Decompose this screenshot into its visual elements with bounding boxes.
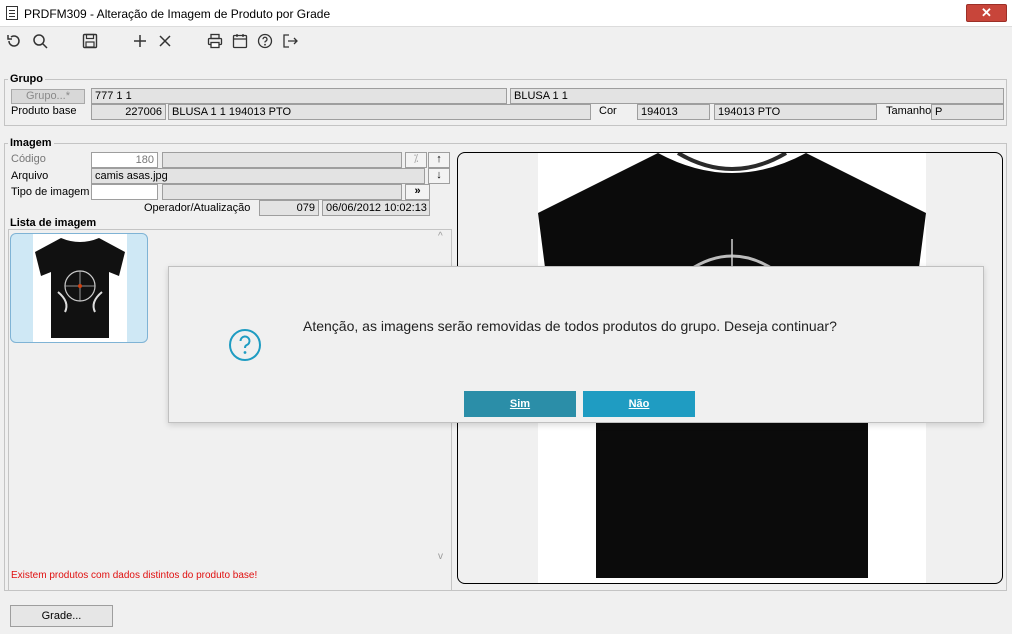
arquivo-label: Arquivo <box>11 170 49 182</box>
grade-button[interactable]: Grade... <box>10 605 113 627</box>
produto-base-label: Produto base <box>11 105 77 117</box>
cor-code-field[interactable]: 194013 <box>637 104 710 120</box>
delete-icon[interactable] <box>156 32 176 52</box>
grupo-name-field[interactable]: BLUSA 1 1 <box>510 88 1004 104</box>
grupo-button[interactable]: Grupo...* <box>11 89 85 104</box>
close-button[interactable]: ✕ <box>966 4 1007 22</box>
image-thumbnail[interactable] <box>10 233 148 343</box>
scroll-down-arrow[interactable]: v <box>438 551 443 562</box>
warning-message: Existem produtos com dados distintos do … <box>11 570 258 581</box>
clear-image-button[interactable]: ⁒ <box>405 152 427 168</box>
calendar-icon[interactable] <box>231 32 251 52</box>
title-bar: PRDFM309 - Alteração de Imagem de Produt… <box>0 0 1012 27</box>
arquivo-field[interactable]: camis asas.jpg <box>91 168 425 184</box>
window-title: PRDFM309 - Alteração de Imagem de Produt… <box>24 7 331 21</box>
save-icon[interactable] <box>81 32 101 52</box>
tshirt-thumbnail-image <box>35 238 125 338</box>
produto-base-code-field[interactable]: 227006 <box>91 104 166 120</box>
toolbar <box>0 27 1012 57</box>
cor-desc-field[interactable]: 194013 PTO <box>714 104 877 120</box>
tamanho-label: Tamanho <box>886 105 932 117</box>
tipo-imagem-desc-field[interactable] <box>162 184 402 200</box>
lista-legend: Lista de imagem <box>8 217 99 229</box>
tamanho-field[interactable]: P <box>931 104 1004 120</box>
operador-field[interactable]: 079 <box>259 200 319 216</box>
scroll-up-arrow[interactable]: ^ <box>438 231 443 242</box>
grupo-code-field[interactable]: 777 1 1 <box>91 88 507 104</box>
yes-button[interactable]: Sim <box>464 391 576 417</box>
codigo-label: Código <box>11 153 46 165</box>
dialog-message: Atenção, as imagens serão removidas de t… <box>303 318 837 334</box>
codigo-desc-field[interactable] <box>162 152 402 168</box>
move-down-button[interactable]: ↓ <box>428 168 450 184</box>
print-icon[interactable] <box>206 32 226 52</box>
app-icon <box>6 6 18 20</box>
tipo-imagem-field[interactable] <box>91 184 158 200</box>
imagem-legend: Imagem <box>8 137 54 149</box>
tipo-imagem-label: Tipo de imagem <box>11 186 90 198</box>
atualizacao-field[interactable]: 06/06/2012 10:02:13 <box>322 200 430 216</box>
codigo-field[interactable]: 180 <box>91 152 158 168</box>
no-button[interactable]: Não <box>583 391 695 417</box>
search-icon[interactable] <box>31 32 51 52</box>
grupo-legend: Grupo <box>8 73 45 85</box>
confirm-dialog: Atenção, as imagens serão removidas de t… <box>168 266 984 423</box>
cor-label: Cor <box>599 105 617 117</box>
question-icon <box>228 328 262 362</box>
exit-icon[interactable] <box>281 32 301 52</box>
help-icon[interactable] <box>256 32 276 52</box>
move-up-button[interactable]: ↑ <box>428 152 450 168</box>
add-icon[interactable] <box>131 32 151 52</box>
tipo-imagem-browse-button[interactable]: » <box>405 184 430 200</box>
operador-label: Operador/Atualização <box>144 202 251 214</box>
undo-icon[interactable] <box>5 32 25 52</box>
produto-base-desc-field[interactable]: BLUSA 1 1 194013 PTO <box>168 104 591 120</box>
